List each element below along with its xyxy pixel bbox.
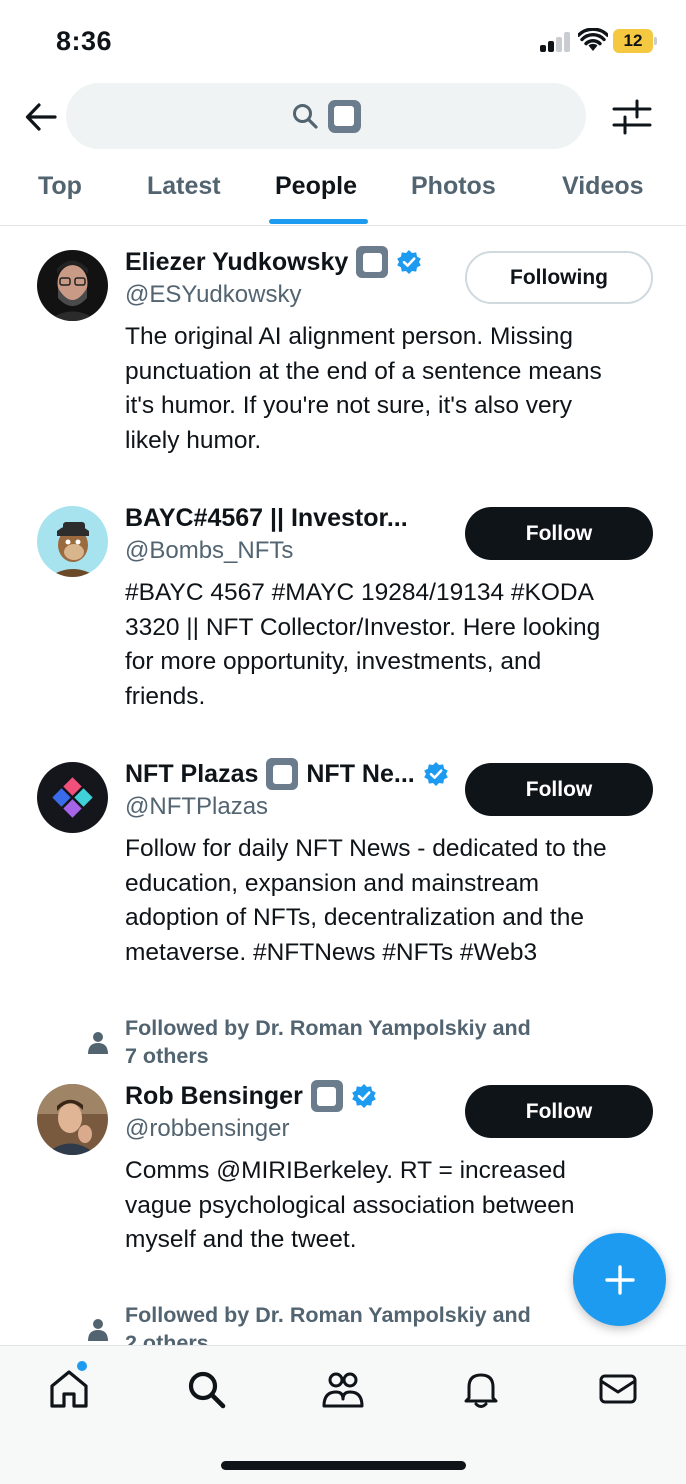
user-display-name: NFT Plazas xyxy=(125,759,259,788)
verified-badge-icon xyxy=(423,762,448,786)
sliders-icon[interactable] xyxy=(612,98,652,136)
verified-badge-icon xyxy=(351,1084,376,1108)
user-bio: Follow for daily NFT News - dedicated to… xyxy=(125,835,607,966)
search-input[interactable] xyxy=(66,83,586,149)
tab-people[interactable]: People xyxy=(275,172,357,201)
follow-button[interactable]: Follow xyxy=(465,1085,653,1138)
avatar[interactable] xyxy=(37,250,108,321)
back-button[interactable] xyxy=(22,98,60,136)
search-tabs: Top Latest People Photos Videos xyxy=(0,150,686,226)
compose-button[interactable] xyxy=(573,1233,666,1326)
wifi-icon xyxy=(578,28,608,51)
person-icon xyxy=(88,1319,108,1341)
user-display-name: BAYC#4567 || Investor... xyxy=(125,503,408,532)
user-handle: @ESYudkowsky xyxy=(125,281,302,308)
battery-level: 12 xyxy=(623,31,643,50)
user-bio: Comms @MIRIBerkeley. RT = increased vagu… xyxy=(125,1157,575,1253)
user-handle: @robbensinger xyxy=(125,1115,290,1142)
user-handle: @Bombs_NFTs xyxy=(125,537,294,564)
avatar[interactable] xyxy=(37,1084,108,1155)
user-display-name: Eliezer Yudkowsky xyxy=(125,247,349,276)
user-bio: The original AI alignment person. Missin… xyxy=(125,323,602,454)
tab-videos[interactable]: Videos xyxy=(562,172,644,201)
plus-icon xyxy=(604,1264,635,1295)
battery-icon: 12 xyxy=(613,29,657,53)
social-context-text: Followed by Dr. Roman Yampolskiy and 7 o… xyxy=(125,1016,531,1068)
home-indicator[interactable] xyxy=(221,1461,466,1470)
status-bar: 8:36 12 xyxy=(0,0,686,80)
tab-latest[interactable]: Latest xyxy=(147,172,221,201)
messages-envelope-icon[interactable] xyxy=(597,1368,639,1410)
user-display-name: Rob Bensinger xyxy=(125,1081,303,1110)
square-emoji xyxy=(310,1080,343,1112)
arrow-left-icon xyxy=(25,103,57,131)
avatar[interactable] xyxy=(37,762,108,833)
follow-button[interactable]: Follow xyxy=(465,507,653,560)
tab-top[interactable]: Top xyxy=(38,172,82,201)
square-emoji xyxy=(266,758,299,790)
home-unread-dot xyxy=(77,1361,87,1371)
status-time: 8:36 xyxy=(56,26,113,56)
communities-icon[interactable] xyxy=(322,1368,364,1410)
person-icon xyxy=(88,1032,108,1054)
avatar[interactable] xyxy=(37,506,108,577)
search-icon[interactable] xyxy=(185,1368,227,1410)
cellular-signal-icon xyxy=(540,32,572,52)
square-emoji xyxy=(356,246,389,278)
follow-button[interactable]: Follow xyxy=(465,763,653,816)
active-tab-indicator xyxy=(269,219,368,224)
user-display-name-suffix: NFT Ne... xyxy=(306,759,415,788)
user-handle: @NFTPlazas xyxy=(125,793,269,820)
verified-badge-icon xyxy=(397,250,422,274)
search-query-emoji xyxy=(327,99,361,133)
search-icon xyxy=(292,104,318,129)
following-button[interactable]: Following xyxy=(465,251,653,304)
tab-photos[interactable]: Photos xyxy=(411,172,496,201)
user-bio: #BAYC 4567 #MAYC 19284/19134 #KODA 3320 … xyxy=(125,579,601,710)
notifications-bell-icon[interactable] xyxy=(460,1368,502,1410)
home-icon[interactable] xyxy=(48,1368,90,1410)
